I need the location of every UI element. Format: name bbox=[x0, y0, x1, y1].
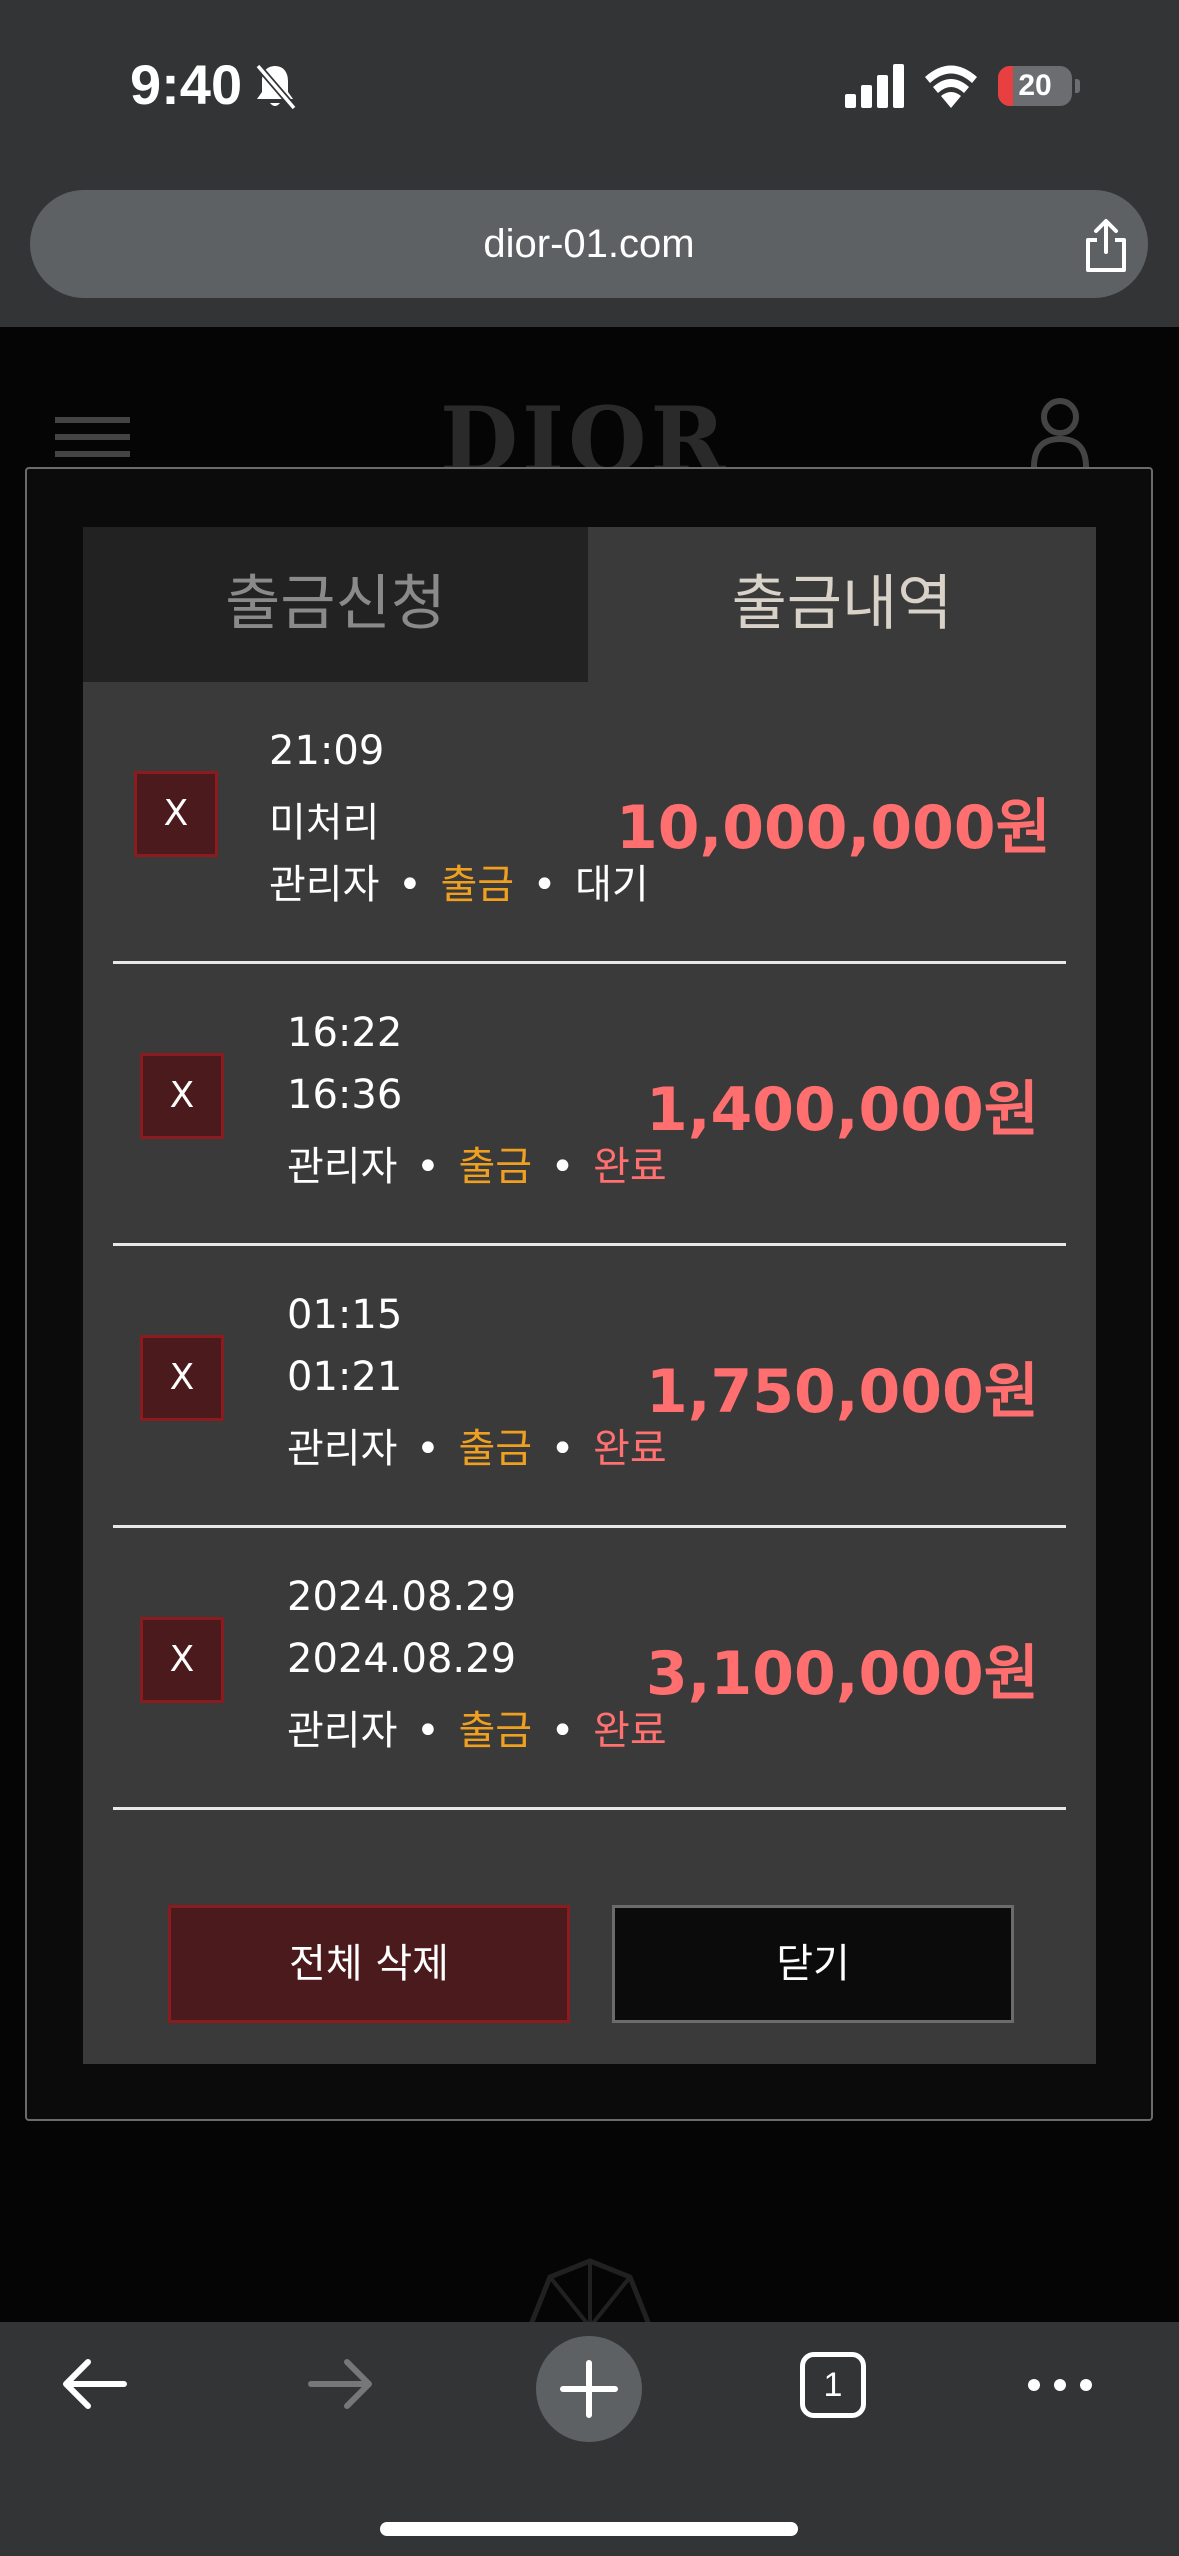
record-status-detail: 미처리 bbox=[269, 800, 380, 846]
record-state: 완료 bbox=[593, 1144, 667, 1190]
separator-dot: • bbox=[416, 1144, 440, 1190]
record-type: 출금 bbox=[458, 1426, 533, 1472]
record-complete-time: 16:36 bbox=[287, 1072, 403, 1118]
list-item: X 01:15 01:21 관리자 • 출금 • 완료 1,750,000원 bbox=[113, 1246, 1066, 1528]
record-time: 01:15 bbox=[287, 1292, 403, 1338]
browser-toolbar: 1 bbox=[0, 2322, 1179, 2556]
separator-dot: • bbox=[550, 1426, 575, 1472]
record-actor: 관리자 bbox=[287, 1426, 398, 1472]
delete-record-button[interactable]: X bbox=[134, 771, 218, 857]
list-item: X 16:22 16:36 관리자 • 출금 • 완료 1,400,000원 bbox=[113, 964, 1066, 1246]
record-amount: 1,400,000원 bbox=[645, 1075, 1039, 1145]
bell-muted-icon bbox=[255, 63, 297, 111]
close-button[interactable]: 닫기 bbox=[612, 1905, 1014, 2023]
record-amount: 1,750,000원 bbox=[645, 1357, 1039, 1427]
signal-icon bbox=[845, 64, 904, 108]
new-tab-button[interactable] bbox=[536, 2336, 642, 2442]
forward-icon[interactable] bbox=[305, 2354, 377, 2414]
tab-withdrawal-request[interactable]: 출금신청 bbox=[83, 527, 588, 682]
plus-icon bbox=[560, 2360, 618, 2418]
wifi-icon bbox=[925, 65, 977, 108]
tab-count-button[interactable]: 1 bbox=[800, 2352, 866, 2418]
home-indicator bbox=[380, 2522, 798, 2536]
record-type: 출금 bbox=[440, 862, 515, 908]
record-state: 완료 bbox=[593, 1426, 667, 1472]
delete-all-button[interactable]: 전체 삭제 bbox=[168, 1905, 570, 2023]
record-complete-time: 01:21 bbox=[287, 1354, 403, 1400]
status-time: 9:40 bbox=[130, 53, 243, 116]
record-meta: 관리자 • 출금 • 대기 bbox=[269, 852, 649, 910]
emblem-icon bbox=[527, 2258, 653, 2327]
record-request-date: 2024.08.29 bbox=[287, 1574, 517, 1620]
battery-icon: 20 bbox=[998, 66, 1080, 106]
record-type: 출금 bbox=[458, 1708, 533, 1754]
status-bar: 9:40 20 bbox=[0, 0, 1179, 175]
record-amount: 10,000,000원 bbox=[616, 793, 1051, 863]
record-type: 출금 bbox=[458, 1144, 533, 1190]
separator-dot: • bbox=[416, 1708, 440, 1754]
browser-address-area: dior-01.com bbox=[0, 175, 1179, 327]
tab-withdrawal-history[interactable]: 출금내역 bbox=[588, 527, 1096, 682]
separator-dot: • bbox=[532, 862, 557, 908]
url-text[interactable]: dior-01.com bbox=[30, 190, 1148, 298]
user-icon bbox=[1031, 398, 1089, 467]
separator-dot: • bbox=[550, 1708, 575, 1754]
battery-level: 20 bbox=[1018, 69, 1052, 102]
record-state: 대기 bbox=[575, 862, 649, 908]
separator-dot: • bbox=[550, 1144, 575, 1190]
delete-record-button[interactable]: X bbox=[140, 1617, 224, 1703]
separator-dot: • bbox=[398, 862, 422, 908]
separator-dot: • bbox=[416, 1426, 440, 1472]
delete-record-button[interactable]: X bbox=[140, 1335, 224, 1421]
record-actor: 관리자 bbox=[269, 862, 380, 908]
withdrawal-modal: 출금신청 출금내역 X 21:09 미처리 관리자 • 출금 • 대기 10,0… bbox=[25, 467, 1153, 2121]
back-icon[interactable] bbox=[58, 2354, 130, 2414]
share-icon[interactable] bbox=[1078, 218, 1134, 274]
tab-bar: 출금신청 출금내역 bbox=[83, 527, 1096, 682]
url-bar[interactable]: dior-01.com bbox=[30, 190, 1148, 298]
delete-record-button[interactable]: X bbox=[140, 1053, 224, 1139]
modal-content: 출금신청 출금내역 X 21:09 미처리 관리자 • 출금 • 대기 10,0… bbox=[83, 527, 1096, 2064]
list-item: X 21:09 미처리 관리자 • 출금 • 대기 10,000,000원 bbox=[113, 682, 1066, 964]
record-complete-date: 2024.08.29 bbox=[287, 1636, 517, 1682]
record-amount: 3,100,000원 bbox=[645, 1639, 1039, 1709]
record-actor: 관리자 bbox=[287, 1708, 398, 1754]
record-state: 완료 bbox=[593, 1708, 667, 1754]
record-time: 21:09 bbox=[269, 728, 385, 774]
more-icon[interactable] bbox=[1024, 2370, 1096, 2400]
menu-icon bbox=[55, 417, 130, 457]
record-actor: 관리자 bbox=[287, 1144, 398, 1190]
record-time: 16:22 bbox=[287, 1010, 403, 1056]
list-item: X 2024.08.29 2024.08.29 관리자 • 출금 • 완료 3,… bbox=[113, 1528, 1066, 1810]
